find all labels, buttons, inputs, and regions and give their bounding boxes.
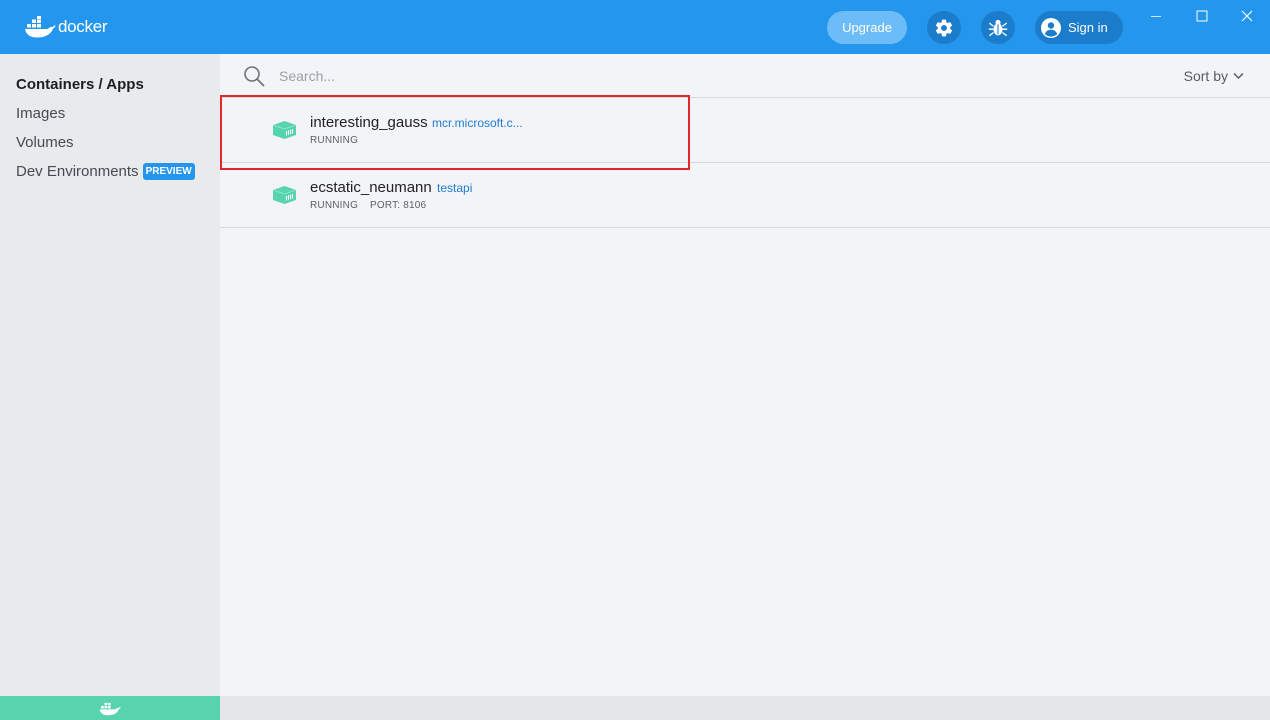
sidebar-item-label: Dev Environments: [16, 163, 139, 180]
docker-logo: docker: [24, 14, 108, 40]
search-input[interactable]: [279, 65, 979, 87]
docker-whale-icon: [25, 16, 56, 38]
gear-icon: [935, 19, 953, 36]
maximize-icon: [1196, 10, 1208, 22]
sidebar: Containers / Apps Images Volumes Dev Env…: [0, 54, 220, 720]
container-row[interactable]: ecstatic_neumann testapi RUNNING PORT: 8…: [220, 163, 1270, 228]
sign-in-button[interactable]: Sign in: [1035, 11, 1123, 44]
search-icon: [244, 66, 265, 87]
container-port: PORT: 8106: [370, 200, 427, 211]
docker-whale-icon: [99, 702, 121, 716]
container-status: RUNNING: [310, 200, 359, 211]
user-icon: [1040, 17, 1062, 39]
upgrade-button[interactable]: Upgrade: [827, 11, 907, 44]
title-bar: docker Upgrade Sign in: [0, 0, 1270, 54]
sort-by-label: Sort by: [1183, 68, 1228, 84]
sign-in-label: Sign in: [1068, 20, 1108, 35]
chevron-down-icon: [1233, 72, 1244, 80]
troubleshoot-button[interactable]: [981, 11, 1015, 44]
close-icon: [1241, 10, 1253, 22]
minimize-icon: [1151, 16, 1161, 17]
logo-text: docker: [58, 17, 108, 36]
container-icon: [273, 186, 296, 204]
container-name: ecstatic_neumann: [310, 179, 432, 196]
container-name: interesting_gauss: [310, 114, 428, 131]
container-row[interactable]: interesting_gauss mcr.microsoft.c... RUN…: [220, 98, 1270, 163]
settings-button[interactable]: [927, 11, 961, 44]
container-image-link[interactable]: testapi: [437, 181, 472, 195]
preview-badge: PREVIEW: [142, 163, 195, 180]
status-bar: [220, 696, 1270, 720]
main-panel: Sort by interesting_gauss mcr.microsoft.…: [220, 54, 1270, 696]
sidebar-item-images[interactable]: Images: [16, 105, 65, 122]
docker-status-bar[interactable]: [0, 696, 220, 720]
sidebar-item-containers-apps[interactable]: Containers / Apps: [16, 76, 144, 93]
container-image-link[interactable]: mcr.microsoft.c...: [432, 116, 523, 130]
sidebar-item-dev-environments[interactable]: Dev Environments PREVIEW: [16, 163, 195, 180]
minimize-button[interactable]: [1133, 0, 1179, 32]
container-status: RUNNING: [310, 135, 359, 146]
maximize-button[interactable]: [1179, 0, 1225, 32]
sort-by-dropdown[interactable]: Sort by: [1184, 68, 1244, 84]
container-icon: [273, 121, 296, 139]
search-bar: Sort by: [220, 54, 1270, 98]
bug-icon: [988, 19, 1008, 36]
sidebar-item-volumes[interactable]: Volumes: [16, 134, 74, 151]
close-button[interactable]: [1224, 0, 1270, 32]
